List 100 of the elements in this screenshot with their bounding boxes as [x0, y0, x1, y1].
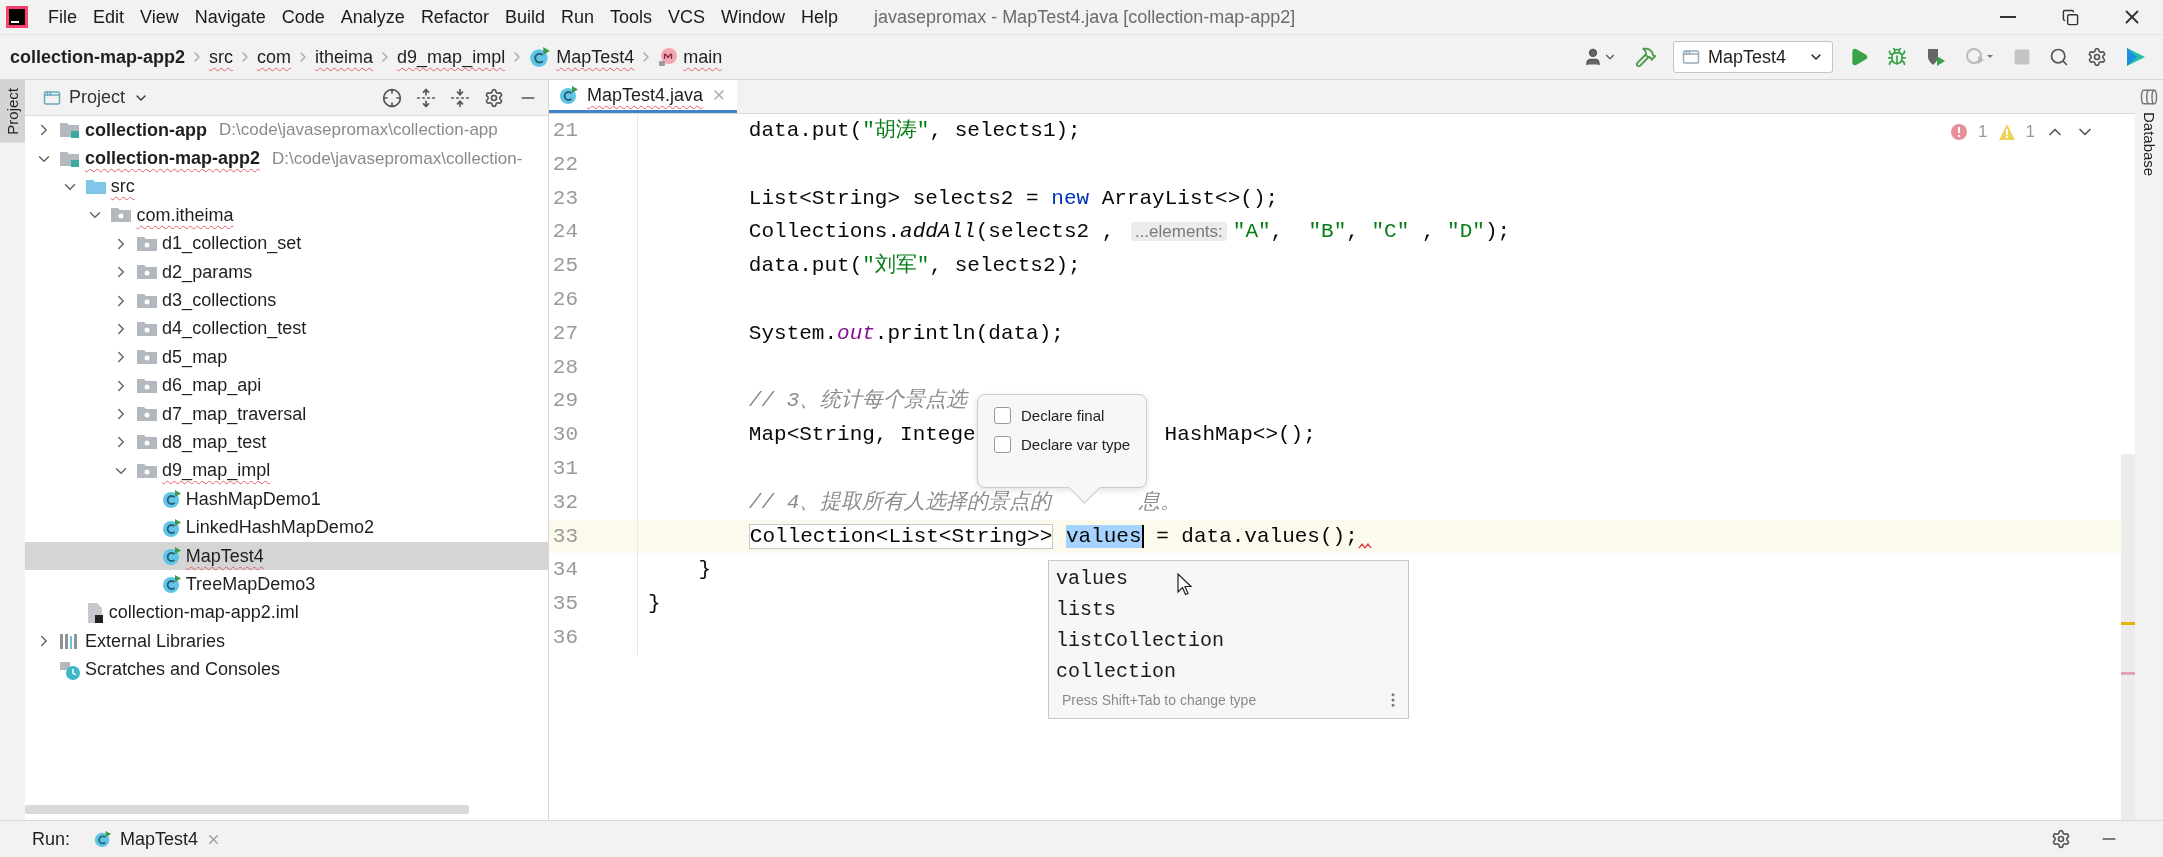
tree-item[interactable]: d5_map — [25, 343, 548, 372]
tree-item[interactable]: d8_map_test — [25, 428, 548, 457]
module-folder-icon — [59, 120, 81, 141]
run-config-dropdown[interactable]: MapTest4 — [1673, 41, 1833, 73]
locate-icon[interactable] — [382, 87, 402, 108]
settings-icon[interactable] — [2051, 829, 2071, 849]
menu-item[interactable]: Run — [552, 6, 602, 28]
path-hint: D:\code\javasepromax\collection-app — [219, 120, 498, 141]
tree-item[interactable]: d3_collections — [25, 286, 548, 315]
tree-item[interactable]: External Libraries — [25, 627, 548, 656]
tree-item[interactable]: MapTest4 — [25, 541, 548, 571]
code-fragment: HashMap<>(); — [1164, 422, 1316, 449]
code-line: Collections.addAll(selects2 , ...elements: "A", "B", "C" , "D"); — [747, 219, 1511, 246]
restore-icon — [2061, 8, 2079, 26]
completion-item[interactable]: collection — [1049, 656, 1408, 687]
menu-item[interactable]: Help — [793, 6, 847, 28]
run-tab[interactable]: MapTest4 — [94, 828, 222, 850]
project-view-dropdown[interactable]: Project — [37, 86, 156, 109]
project-tool-tab[interactable]: Project — [0, 80, 25, 143]
code-line: // 4、提取所有人选择的景点的 — [747, 489, 1052, 516]
app-logo — [6, 6, 28, 28]
menu-item[interactable]: View — [132, 6, 187, 28]
code-fragment: 息。 — [1139, 489, 1182, 516]
code-line: data.put("刘军", selects2); — [747, 252, 1081, 280]
breadcrumb[interactable]: src — [209, 46, 234, 68]
error-count: 1 — [1978, 122, 1988, 142]
method-icon — [658, 47, 679, 67]
editor-tab[interactable]: MapTest4.java — [549, 80, 738, 113]
tree-item[interactable]: src — [25, 172, 548, 202]
minimize-icon — [2000, 16, 2016, 18]
class-icon — [559, 85, 579, 105]
menu-item[interactable]: File — [40, 6, 85, 28]
class-icon — [161, 574, 182, 595]
window-icon — [1682, 48, 1700, 66]
class-icon — [94, 830, 113, 848]
menu-item[interactable]: Edit — [85, 6, 133, 28]
breadcrumb[interactable]: itheima — [315, 46, 374, 68]
breadcrumb[interactable]: MapTest4 — [529, 46, 635, 68]
database-icon — [2140, 88, 2158, 106]
line-number: 28 — [552, 354, 578, 381]
class-icon — [161, 517, 182, 538]
line-number: 27 — [552, 320, 578, 347]
path-hint: D:\code\javasepromax\collection- — [272, 148, 523, 169]
line-number: 35 — [552, 591, 578, 618]
breadcrumb[interactable]: com — [257, 46, 292, 68]
tree-item[interactable]: Scratches and Consoles — [25, 655, 548, 684]
menu-item[interactable]: Analyze — [332, 6, 413, 28]
tree-item[interactable]: LinkedHashMapDemo2 — [25, 513, 548, 542]
code-line: } — [648, 591, 661, 618]
menu-item[interactable]: Navigate — [186, 6, 274, 28]
tree-item[interactable]: HashMapDemo1 — [25, 485, 548, 514]
option-checkbox[interactable]: Declare final — [994, 407, 1146, 424]
expand-all-icon[interactable] — [416, 87, 436, 108]
tree-item[interactable]: collection-app D:\code\javasepromax\collection-app — [25, 116, 548, 145]
database-tool-tab[interactable]: Database — [2140, 80, 2158, 185]
tree-item[interactable]: d9_map_impl — [25, 456, 548, 486]
scrollbar[interactable] — [25, 805, 469, 814]
menu-item[interactable]: Refactor — [412, 6, 497, 28]
tree-item[interactable]: d6_map_api — [25, 371, 548, 400]
settings-icon[interactable] — [484, 87, 504, 108]
line-number: 26 — [552, 287, 578, 313]
collapse-all-icon[interactable] — [450, 87, 470, 108]
tree-item[interactable]: collection-map-app2.iml — [25, 598, 548, 628]
line-number: 25 — [552, 253, 578, 280]
breadcrumb[interactable]: collection-map-app2 — [10, 46, 186, 68]
code-line: Map<String, Intege — [747, 422, 976, 449]
tree-item[interactable]: TreeMapDemo3 — [25, 570, 548, 599]
menu-item[interactable]: Build — [496, 6, 553, 28]
option-checkbox[interactable]: Declare var type — [994, 436, 1146, 453]
line-number: 30 — [552, 422, 578, 449]
line-number: 32 — [552, 489, 578, 516]
run-label: Run: — [32, 828, 71, 850]
completion-item[interactable]: lists — [1049, 594, 1408, 625]
line-number: 29 — [552, 388, 578, 415]
line-number: 31 — [552, 455, 578, 482]
window-title: javasepromax - MapTest4.java [collection-map-app2] — [874, 6, 1296, 28]
menu-item[interactable]: Code — [273, 6, 333, 28]
menu-item[interactable]: Tools — [601, 6, 660, 28]
code-line: Collection<List<String>> values = data.values(); — [747, 522, 1358, 551]
code-line: List<String> selects2 = new ArrayList<>(); — [747, 185, 1279, 212]
completion-item[interactable]: values — [1049, 563, 1408, 594]
line-number: 36 — [552, 624, 578, 651]
line-number: 21 — [552, 118, 578, 144]
code-line: data.put("胡涛", selects1); — [747, 117, 1081, 144]
breadcrumb[interactable]: main — [658, 46, 723, 68]
scrollbar[interactable] — [2121, 454, 2135, 820]
menu-item[interactable]: VCS — [660, 6, 713, 28]
window-icon — [43, 88, 61, 107]
breadcrumb[interactable]: d9_map_impl — [397, 46, 506, 68]
tree-item[interactable]: d2_params — [25, 257, 548, 287]
code-line: // 3、统计每个景点选 — [747, 387, 968, 415]
menu-item[interactable]: Window — [713, 6, 794, 28]
tree-item[interactable]: d7_map_traversal — [25, 399, 548, 429]
tree-item[interactable]: collection-map-app2 D:\code\javasepromax\collection- — [25, 144, 548, 173]
line-number: 24 — [552, 219, 578, 246]
code-line: System.out.println(data); — [747, 320, 1064, 347]
completion-item[interactable]: listCollection — [1049, 625, 1408, 656]
tree-item[interactable]: com.itheima — [25, 201, 548, 230]
tree-item[interactable]: d1_collection_set — [25, 229, 548, 258]
tree-item[interactable]: d4_collection_test — [25, 314, 548, 344]
